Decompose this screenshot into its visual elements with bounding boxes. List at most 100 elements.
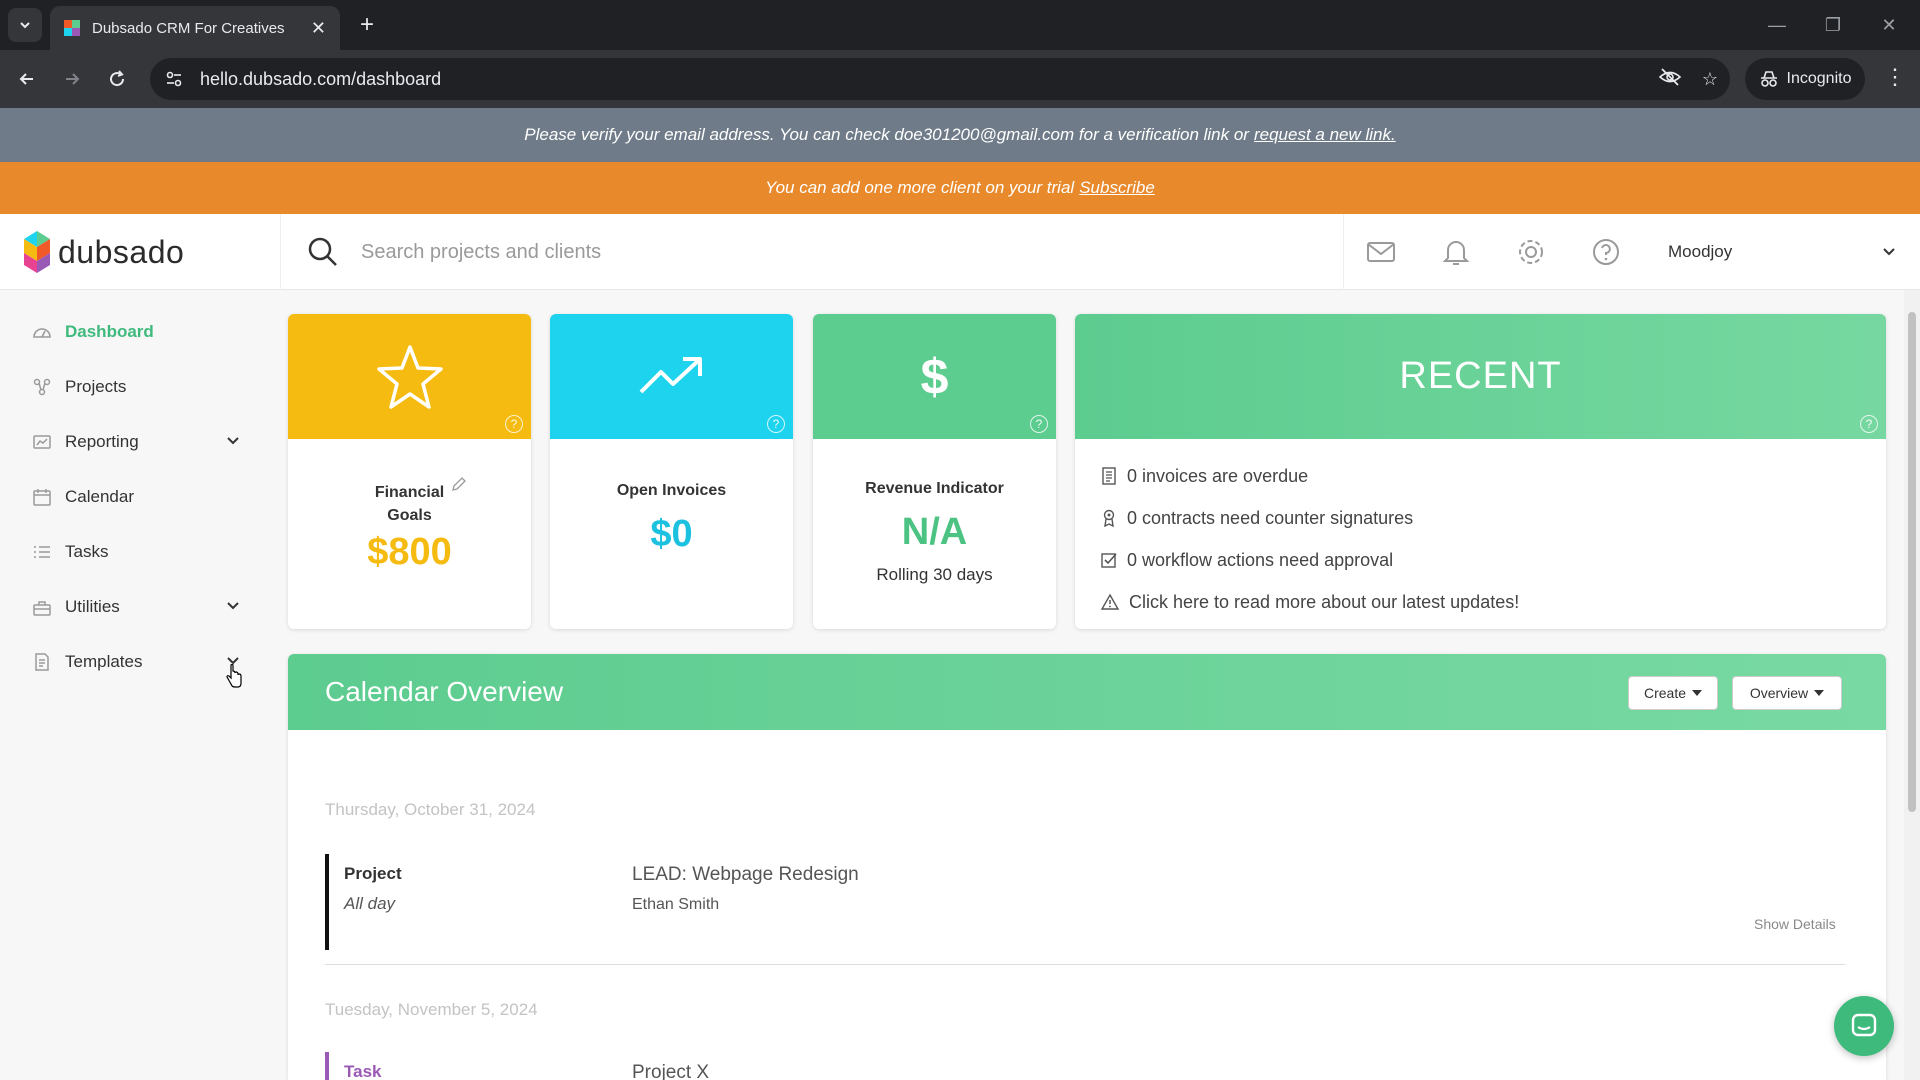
financial-goals-card-header: ? (288, 314, 531, 439)
star-icon (376, 344, 443, 409)
new-tab-button[interactable]: + (352, 10, 382, 40)
caret-down-icon (1814, 690, 1825, 696)
create-button[interactable]: Create (1628, 676, 1718, 710)
eye-off-icon[interactable] (1650, 67, 1690, 91)
scrollbar-thumb[interactable] (1908, 312, 1916, 812)
award-icon (1103, 509, 1115, 527)
sidebar-item-calendar[interactable]: Calendar (0, 475, 270, 519)
incognito-icon (1760, 71, 1777, 87)
gear-icon[interactable] (1515, 236, 1547, 268)
calendar-event[interactable]: Project All day LEAD: Webpage Redesign E… (325, 854, 1845, 965)
user-menu[interactable]: Moodjoy (1668, 214, 1908, 290)
address-bar[interactable]: hello.dubsado.com/dashboard ☆ (150, 58, 1730, 100)
minimize-icon[interactable]: — (1762, 10, 1792, 40)
restore-icon[interactable]: ❐ (1818, 10, 1848, 40)
incognito-indicator[interactable]: Incognito (1745, 58, 1865, 100)
calendar-icon (33, 489, 51, 506)
revenue-indicator-card[interactable]: $ ? Revenue Indicator N/A Rolling 30 day… (813, 314, 1056, 629)
hand-cursor-icon (226, 664, 242, 688)
warning-icon (1101, 593, 1119, 610)
sidebar-item-reporting[interactable]: Reporting (0, 420, 270, 464)
recent-latest-updates[interactable]: Click here to read more about our latest… (1101, 581, 1860, 623)
chevron-down-icon[interactable] (226, 434, 240, 448)
recent-workflow-actions[interactable]: 0 workflow actions need approval (1101, 539, 1860, 581)
forward-button[interactable] (57, 64, 87, 94)
checkbox-icon (1101, 553, 1117, 568)
user-name: Moodjoy (1668, 242, 1733, 261)
recent-contracts[interactable]: 0 contracts need counter signatures (1101, 497, 1860, 539)
financial-goals-label: Financial Goals (374, 484, 445, 524)
help-icon[interactable]: ? (1860, 415, 1878, 433)
event-color-bar (325, 1052, 329, 1080)
browser-tab-bar: Dubsado CRM For Creatives ✕ + — ❐ ✕ (0, 0, 1920, 50)
app-header: dubsado Moodjoy (0, 214, 1920, 290)
search-bar (280, 214, 1344, 290)
window-close-icon[interactable]: ✕ (1874, 10, 1904, 40)
browser-menu-icon[interactable]: ⋮ (1880, 64, 1910, 90)
open-invoices-label: Open Invoices (616, 482, 727, 499)
open-invoices-card[interactable]: ? Open Invoices $0 (550, 314, 793, 629)
mail-icon[interactable] (1365, 236, 1397, 268)
pencil-icon[interactable] (450, 475, 468, 493)
chat-launcher-button[interactable] (1834, 996, 1894, 1056)
incognito-label: Incognito (1786, 70, 1852, 87)
subscribe-link[interactable]: Subscribe (1079, 178, 1155, 198)
overview-button[interactable]: Overview (1732, 676, 1842, 710)
browser-tab[interactable]: Dubsado CRM For Creatives ✕ (50, 6, 340, 50)
calendar-overview: Calendar Overview Create Overview Thursd… (288, 654, 1886, 1080)
revenue-indicator-label: Revenue Indicator (865, 480, 1004, 497)
invoice-icon (1102, 467, 1116, 485)
financial-goals-card[interactable]: ? Financial Goals $800 (288, 314, 531, 629)
request-new-link[interactable]: request a new link. (1254, 125, 1396, 145)
open-invoices-value: $0 (650, 513, 693, 555)
sidebar-item-label: Dashboard (65, 322, 154, 341)
help-icon[interactable]: ? (505, 415, 523, 433)
help-icon[interactable]: ? (767, 415, 785, 433)
chevron-down-icon (20, 22, 30, 29)
revenue-indicator-card-body: Revenue Indicator N/A Rolling 30 days (813, 439, 1056, 629)
site-info-icon[interactable] (154, 58, 194, 100)
sidebar-item-label: Reporting (65, 432, 139, 451)
back-button[interactable] (12, 64, 42, 94)
sidebar-item-label: Calendar (65, 487, 134, 506)
utilities-icon (33, 601, 51, 616)
dubsado-logo[interactable]: dubsado (24, 228, 184, 276)
search-input[interactable] (361, 240, 1261, 264)
caret-down-icon (1692, 690, 1703, 696)
recent-card: RECENT ? 0 invoices are overdue 0 contra… (1075, 314, 1886, 629)
logo-text: dubsado (58, 233, 185, 270)
open-invoices-card-body: Open Invoices $0 (550, 439, 793, 629)
financial-goals-value: $800 (367, 531, 452, 573)
tab-close-icon[interactable]: ✕ (311, 18, 326, 39)
bookmark-star-icon[interactable]: ☆ (1690, 69, 1730, 90)
event-time: All day (344, 894, 396, 913)
sidebar-item-projects[interactable]: Projects (0, 365, 270, 409)
sidebar-item-label: Tasks (65, 542, 109, 561)
forward-arrow-icon (66, 73, 80, 85)
event-type: Project (344, 864, 402, 883)
tab-search-button[interactable] (8, 8, 42, 42)
verify-email-banner: Please verify your email address. You ca… (0, 108, 1920, 162)
url-text[interactable]: hello.dubsado.com/dashboard (200, 69, 1650, 90)
chevron-down-icon[interactable] (226, 599, 240, 613)
show-details-link[interactable]: Show Details (1754, 916, 1836, 932)
search-icon[interactable] (305, 234, 341, 270)
recent-card-header: RECENT ? (1075, 314, 1886, 439)
back-arrow-icon (19, 73, 33, 85)
help-icon[interactable]: ? (1030, 415, 1048, 433)
calendar-event[interactable]: Task Project X (325, 1052, 1845, 1080)
page-scrollbar[interactable] (1904, 290, 1920, 1080)
event-name[interactable]: LEAD: Webpage Redesign (632, 864, 859, 886)
financial-goals-card-body: Financial Goals $800 (288, 439, 531, 629)
reload-icon (110, 70, 125, 87)
recent-overdue-invoices[interactable]: 0 invoices are overdue (1101, 455, 1860, 497)
sidebar-item-dashboard[interactable]: Dashboard (0, 310, 270, 354)
help-icon[interactable] (1590, 236, 1622, 268)
trending-up-icon (639, 356, 702, 393)
dashboard-icon (33, 328, 51, 338)
bell-icon[interactable] (1440, 236, 1472, 268)
sidebar-item-utilities[interactable]: Utilities (0, 585, 270, 629)
sidebar-item-tasks[interactable]: Tasks (0, 530, 270, 574)
event-name[interactable]: Project X (632, 1062, 709, 1080)
reload-button[interactable] (102, 64, 132, 94)
